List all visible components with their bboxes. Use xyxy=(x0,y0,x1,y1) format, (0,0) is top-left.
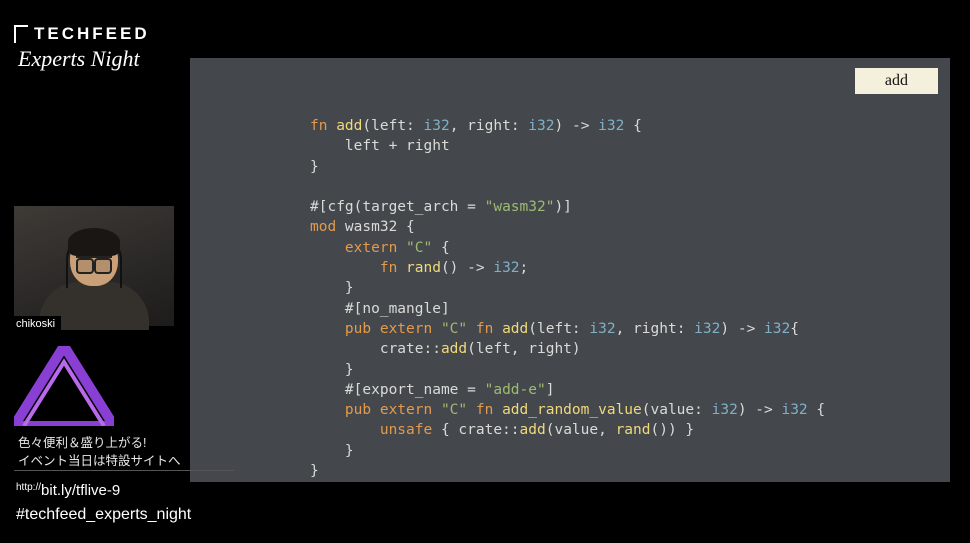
slide-content: add fn add(left: i32, right: i32) -> i32… xyxy=(190,58,950,482)
logo: TECHFEED Experts Night xyxy=(14,24,150,72)
speaker-name-tag: chikoski xyxy=(10,316,61,332)
info-line-1: 色々便利＆盛り上がる! xyxy=(18,432,146,451)
event-url[interactable]: http://bit.ly/tflive-9 xyxy=(16,482,120,499)
decorative-triangle xyxy=(14,346,114,426)
code-block: fn add(left: i32, right: i32) -> i32 { l… xyxy=(310,116,825,481)
hashtag: #techfeed_experts_night xyxy=(16,506,191,524)
speaker-avatar xyxy=(39,226,149,326)
divider xyxy=(14,470,234,471)
slide-tag: add xyxy=(855,68,938,94)
techfeed-icon xyxy=(14,25,28,43)
url-text: bit.ly/tflive-9 xyxy=(41,482,120,499)
info-line-2: イベント当日は特設サイトへ xyxy=(18,450,181,469)
logo-subtitle: Experts Night xyxy=(18,46,150,72)
logo-main: TECHFEED xyxy=(14,24,150,44)
logo-text: TECHFEED xyxy=(34,24,150,44)
url-prefix: http:// xyxy=(16,482,41,493)
speaker-webcam xyxy=(14,206,174,326)
